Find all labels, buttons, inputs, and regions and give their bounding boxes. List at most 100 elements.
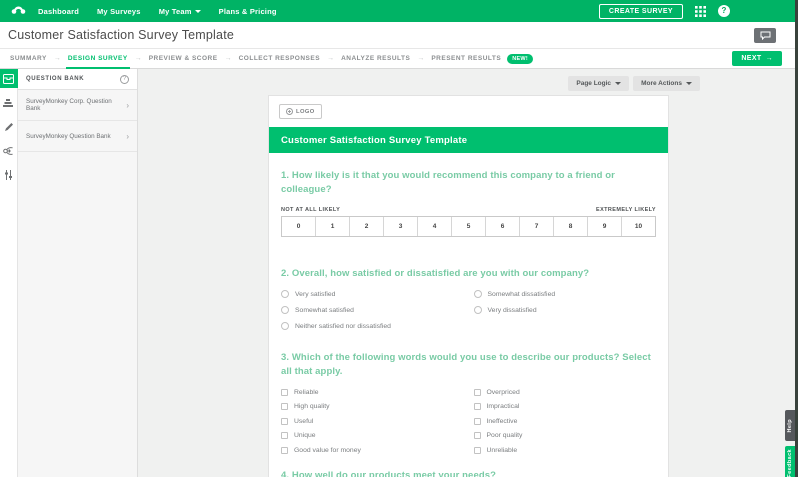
scale-right-label: EXTREMELY LIKELY xyxy=(596,206,656,213)
tab-preview-score[interactable]: PREVIEW & SCORE xyxy=(147,49,220,68)
checkbox-icon[interactable] xyxy=(281,388,288,396)
checkbox-option[interactable]: High quality xyxy=(281,399,464,414)
top-nav: Dashboard My Surveys My Team Plans & Pri… xyxy=(0,0,798,22)
canvas-toolbar: Page Logic More Actions xyxy=(568,76,700,91)
radio-option[interactable]: Very satisfied xyxy=(281,286,464,302)
checkbox-option[interactable]: Poor quality xyxy=(473,428,657,443)
radio-icon[interactable] xyxy=(473,290,482,299)
next-button[interactable]: NEXT → xyxy=(732,51,782,66)
checkbox-icon[interactable] xyxy=(281,432,288,440)
nps-cell-6[interactable]: 6 xyxy=(485,216,519,236)
nps-cell-0[interactable]: 0 xyxy=(282,217,315,236)
nps-cell-7[interactable]: 7 xyxy=(519,216,553,236)
survey-title: Customer Satisfaction Survey Template xyxy=(281,134,468,146)
tab-analyze-results[interactable]: ANALYZE RESULTS xyxy=(339,49,412,68)
checkbox-option[interactable]: Reliable xyxy=(281,385,464,400)
survey-title-banner[interactable]: Customer Satisfaction Survey Template xyxy=(269,127,668,153)
nps-cell-4[interactable]: 4 xyxy=(417,216,451,236)
question-bank-icon[interactable] xyxy=(0,69,18,88)
question-3-title: 3. Which of the following words would yo… xyxy=(281,352,651,378)
radio-option[interactable]: Neither satisfied nor dissatisfied xyxy=(281,318,464,334)
page-logic-button[interactable]: Page Logic xyxy=(568,76,630,91)
chevron-down-icon xyxy=(194,9,201,13)
chevron-right-icon: › xyxy=(126,100,129,110)
checkbox-option[interactable]: Useful xyxy=(281,414,464,429)
question-4-title: 4. How well do our products meet your ne… xyxy=(281,470,497,477)
nav-my-surveys[interactable]: My Surveys xyxy=(97,7,141,16)
builder-icon[interactable] xyxy=(0,93,18,112)
surveymonkey-logo-icon[interactable] xyxy=(8,3,28,19)
panel-help-icon[interactable]: ? xyxy=(120,74,129,84)
left-icon-strip xyxy=(0,69,18,477)
title-bar: Customer Satisfaction Survey Template xyxy=(0,22,798,49)
nps-scale: 0 1 2 3 4 5 6 7 8 9 10 xyxy=(281,215,656,237)
checkbox-option[interactable]: Unique xyxy=(281,428,464,443)
nav-my-team[interactable]: My Team xyxy=(159,7,201,16)
checkbox-icon[interactable] xyxy=(473,446,481,454)
checkbox-icon[interactable] xyxy=(473,417,481,425)
help-icon[interactable]: ? xyxy=(718,5,730,17)
checkbox-icon[interactable] xyxy=(281,446,288,454)
radio-icon[interactable] xyxy=(281,306,289,315)
sidebar-item-corp-question-bank[interactable]: SurveyMonkey Corp. Question Bank › xyxy=(18,90,137,121)
feedback-side-tab[interactable]: Feedback xyxy=(785,446,795,477)
checkbox-option[interactable]: Unreliable xyxy=(473,443,657,458)
nps-cell-2[interactable]: 2 xyxy=(349,216,383,236)
radio-option[interactable]: Very dissatisfied xyxy=(473,302,657,318)
workflow-tabbar: SUMMARY → DESIGN SURVEY → PREVIEW & SCOR… xyxy=(0,49,798,69)
help-side-tab[interactable]: Help xyxy=(785,410,795,441)
nps-cell-10[interactable]: 10 xyxy=(621,216,655,236)
question-4[interactable]: 4. How well do our products meet your ne… xyxy=(269,469,668,477)
tab-present-results[interactable]: PRESENT RESULTS xyxy=(429,49,503,68)
chevron-right-icon: › xyxy=(126,131,129,141)
radio-icon[interactable] xyxy=(281,322,289,331)
nps-cell-5[interactable]: 5 xyxy=(451,216,485,236)
checkbox-option[interactable]: Good value for money xyxy=(281,443,464,458)
nps-cell-1[interactable]: 1 xyxy=(315,216,349,236)
survey-canvas: LOGO Customer Satisfaction Survey Templa… xyxy=(268,95,669,477)
question-1[interactable]: 1. How likely is it that you would recom… xyxy=(269,169,668,237)
apps-grid-icon[interactable] xyxy=(695,5,706,17)
comments-bubble-button[interactable] xyxy=(754,27,776,43)
nps-cell-8[interactable]: 8 xyxy=(553,216,587,236)
scale-left-label: NOT AT ALL LIKELY xyxy=(281,206,341,213)
chevron-down-icon xyxy=(686,82,692,85)
sidebar-item-sm-question-bank[interactable]: SurveyMonkey Question Bank › xyxy=(18,121,137,152)
nps-cell-9[interactable]: 9 xyxy=(587,216,621,236)
panel-title: QUESTION BANK xyxy=(26,76,85,82)
checkbox-icon[interactable] xyxy=(473,432,481,440)
nps-cell-3[interactable]: 3 xyxy=(383,216,417,236)
more-actions-button[interactable]: More Actions xyxy=(633,76,700,91)
arrow-right-icon: → xyxy=(765,55,773,62)
tab-summary[interactable]: SUMMARY xyxy=(8,49,49,68)
checkbox-option[interactable]: Overpriced xyxy=(473,385,657,400)
create-survey-button[interactable]: CREATE SURVEY xyxy=(598,3,683,19)
radio-icon[interactable] xyxy=(281,290,289,299)
design-canvas-area: Page Logic More Actions LOGO Customer Sa… xyxy=(138,69,798,477)
checkbox-icon[interactable] xyxy=(281,417,288,425)
tab-separator: → xyxy=(327,55,335,62)
checkbox-icon[interactable] xyxy=(281,403,288,411)
radio-icon[interactable] xyxy=(473,306,482,315)
checkbox-icon[interactable] xyxy=(473,388,481,396)
page-title: Customer Satisfaction Survey Template xyxy=(8,28,235,42)
radio-option[interactable]: Somewhat dissatisfied xyxy=(473,286,657,302)
logic-branch-icon[interactable] xyxy=(0,141,18,160)
nav-plans-pricing[interactable]: Plans & Pricing xyxy=(219,7,277,16)
tab-separator: → xyxy=(134,55,142,62)
tab-separator: → xyxy=(417,55,425,62)
options-sliders-icon[interactable] xyxy=(0,165,18,184)
add-logo-button[interactable]: LOGO xyxy=(279,104,322,119)
tab-design-survey[interactable]: DESIGN SURVEY xyxy=(65,49,130,69)
question-3[interactable]: 3. Which of the following words would yo… xyxy=(269,351,668,457)
question-2[interactable]: 2. Overall, how satisfied or dissatisfie… xyxy=(269,267,668,335)
radio-option[interactable]: Somewhat satisfied xyxy=(281,302,464,318)
nav-dashboard[interactable]: Dashboard xyxy=(38,7,79,16)
tab-collect-responses[interactable]: COLLECT RESPONSES xyxy=(237,49,322,68)
question-1-title: 1. How likely is it that you would recom… xyxy=(281,170,615,195)
checkbox-option[interactable]: Ineffective xyxy=(473,414,657,429)
checkbox-icon[interactable] xyxy=(473,403,481,411)
chevron-down-icon xyxy=(615,82,622,85)
style-pencil-icon[interactable] xyxy=(0,117,18,136)
checkbox-option[interactable]: Impractical xyxy=(473,399,657,414)
